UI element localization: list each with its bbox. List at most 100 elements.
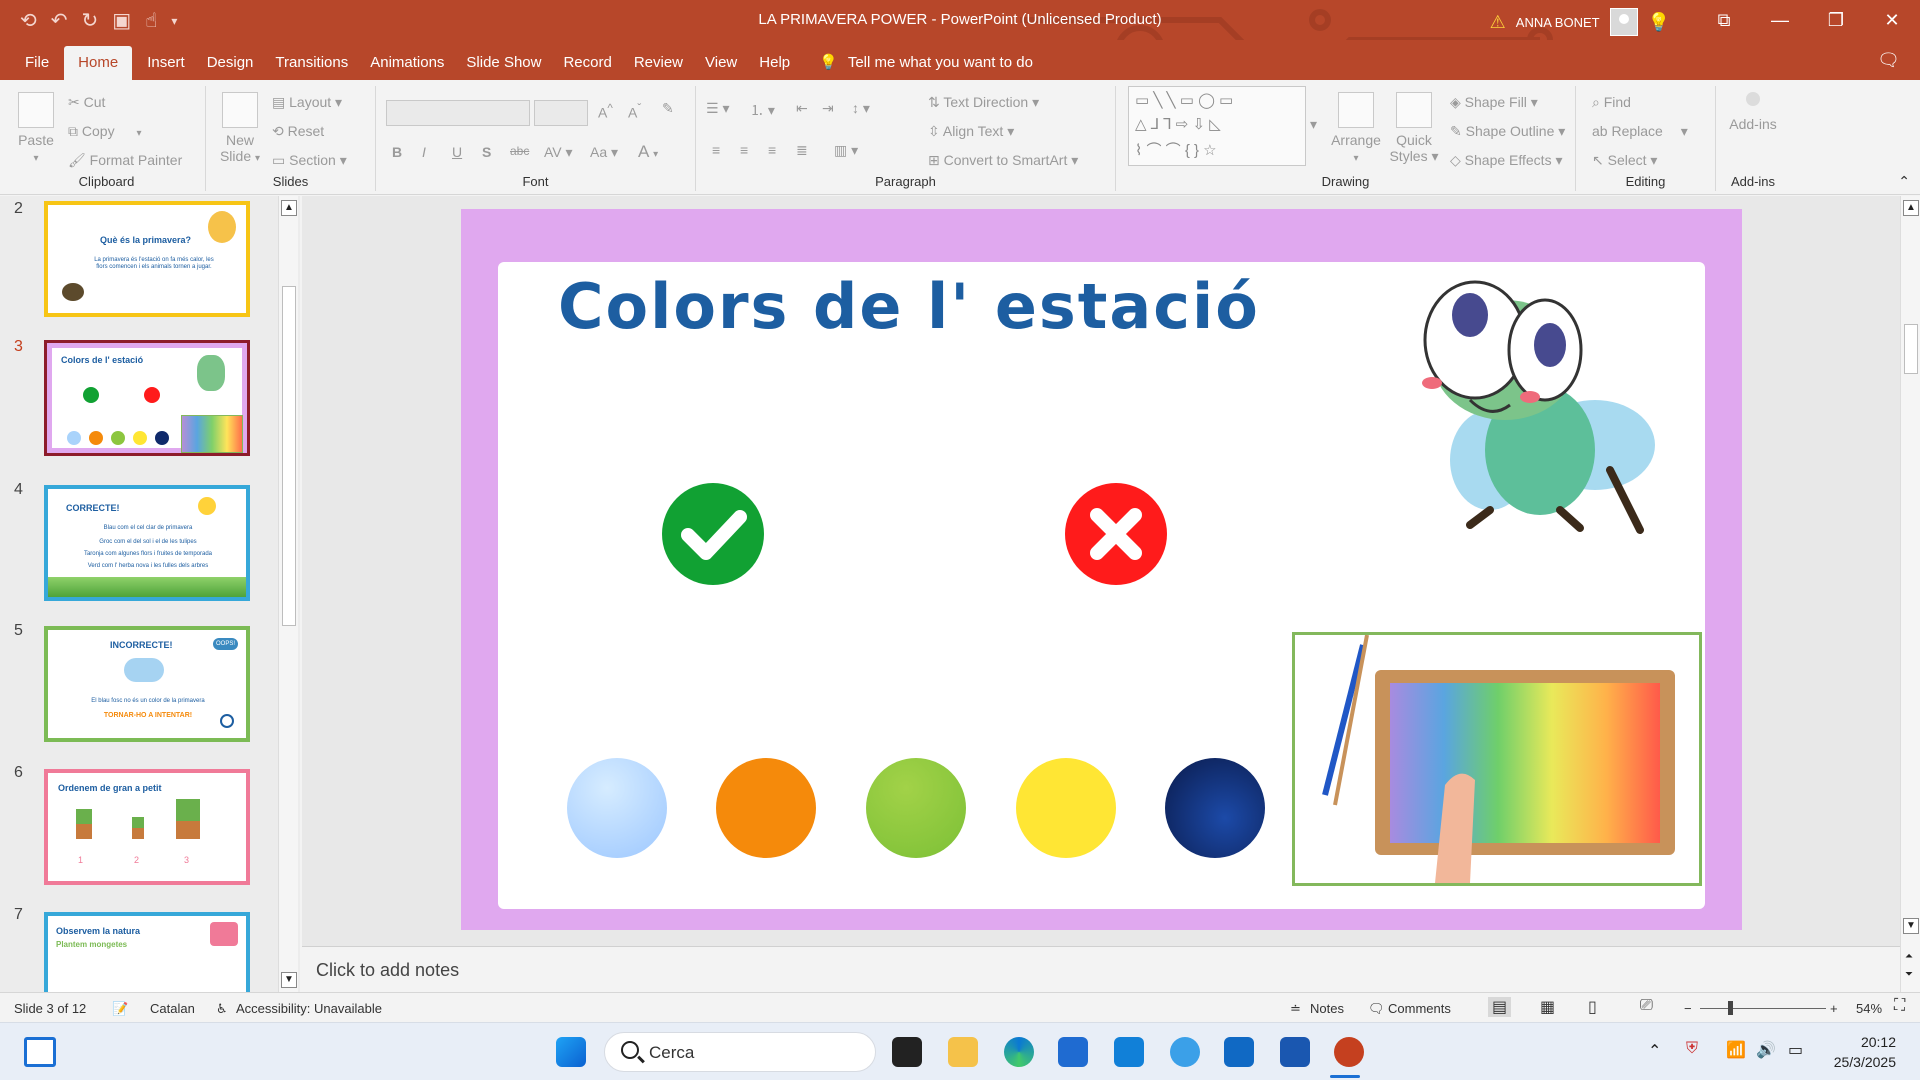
align-right-icon[interactable]: ≡	[768, 142, 776, 158]
tab-animations[interactable]: Animations	[359, 46, 455, 80]
fly-character-image[interactable]	[1410, 270, 1680, 540]
paste-button[interactable]: Paste ▾	[14, 92, 58, 164]
align-text-button[interactable]: ⇳ Align Text ▾	[928, 123, 1014, 140]
font-color-button[interactable]: A ▾	[638, 142, 658, 162]
dark-blue-color-dot[interactable]	[1165, 758, 1265, 858]
volume-icon[interactable]: 🔊	[1756, 1040, 1776, 1060]
slide-title[interactable]: Colors de l' estació	[558, 270, 1260, 343]
columns-icon[interactable]: ▥ ▾	[834, 142, 858, 159]
thumbnail-slide-3-selected[interactable]: Colors de l' estació	[44, 340, 250, 456]
thumbnail-scrollbar[interactable]: ▲ ▼	[278, 196, 298, 992]
thumbnail-slide-7[interactable]: Observem la natura Plantem mongetes	[44, 912, 250, 992]
green-color-dot[interactable]	[866, 758, 966, 858]
help-icon[interactable]	[1170, 1037, 1200, 1067]
convert-smartart-button[interactable]: ⊞ Convert to SmartArt ▾	[928, 152, 1078, 169]
font-size-combo[interactable]	[534, 100, 588, 126]
powerpoint-icon[interactable]	[1334, 1037, 1364, 1067]
myhp-icon[interactable]	[1114, 1037, 1144, 1067]
find-button[interactable]: ⌕ Find	[1592, 94, 1631, 111]
layout-button[interactable]: ▤ Layout ▾	[272, 94, 342, 111]
tab-record[interactable]: Record	[552, 46, 622, 80]
lightbulb-icon[interactable]: 💡	[1648, 12, 1670, 33]
zoom-slider-thumb[interactable]	[1728, 1001, 1733, 1015]
light-blue-color-dot[interactable]	[567, 758, 667, 858]
taskbar-search[interactable]: Cerca	[604, 1032, 876, 1072]
bullets-icon[interactable]: ☰ ▾	[706, 100, 729, 117]
numbering-icon[interactable]: ⒈ ▾	[750, 100, 775, 120]
scroll-down-icon[interactable]: ▼	[1903, 918, 1919, 934]
bold-button[interactable]: B	[392, 144, 402, 160]
restore-button[interactable]: ❐	[1808, 0, 1864, 40]
section-button[interactable]: ▭ Section ▾	[272, 152, 347, 169]
reading-view-icon[interactable]: ▯	[1588, 997, 1597, 1017]
shapes-gallery[interactable]: ▭ ╲ ╲ ▭ ◯ ▭ △ ⅃ ⅂ ⇨ ⇩ ◺ ⌇ ⌒ ⌒ { } ☆	[1128, 86, 1306, 166]
shrink-font-icon[interactable]: Aˇ	[628, 102, 641, 121]
slide-sorter-icon[interactable]: ▦	[1540, 997, 1555, 1017]
tell-me-box[interactable]: 💡 Tell me what you want to do	[801, 46, 1033, 80]
grow-font-icon[interactable]: A^	[598, 102, 613, 121]
rainbow-sand-tray-image[interactable]	[1292, 632, 1702, 886]
shape-fill-button[interactable]: ◈ Shape Fill ▾	[1450, 94, 1538, 111]
align-center-icon[interactable]: ≡	[740, 142, 748, 158]
slideshow-view-icon[interactable]: ⎚	[1640, 997, 1653, 1015]
wifi-icon[interactable]: 📶	[1726, 1040, 1746, 1060]
new-slide-button[interactable]: New Slide ▾	[216, 92, 264, 164]
widgets-icon[interactable]	[24, 1037, 56, 1067]
character-spacing-button[interactable]: AV ▾	[544, 144, 573, 161]
format-painter-button[interactable]: 🖌 Format Painter	[68, 152, 182, 169]
tab-design[interactable]: Design	[196, 46, 265, 80]
text-direction-button[interactable]: ⇅ Text Direction ▾	[928, 94, 1039, 111]
language-label[interactable]: Catalan	[150, 1001, 195, 1016]
reset-button[interactable]: ⟲ Reset	[272, 123, 324, 140]
shapes-more-icon[interactable]: ▾	[1310, 116, 1317, 133]
decrease-indent-icon[interactable]: ⇤	[796, 100, 808, 117]
yellow-color-dot[interactable]	[1016, 758, 1116, 858]
thumbnail-slide-6[interactable]: Ordenem de gran a petit 1 2 3	[44, 769, 250, 885]
font-name-combo[interactable]	[386, 100, 530, 126]
arrange-button[interactable]: Arrange ▾	[1328, 92, 1384, 164]
clock[interactable]: 20:12 25/3/2025	[1834, 1032, 1896, 1072]
scroll-up-icon[interactable]: ▲	[1903, 200, 1919, 216]
zoom-in-icon[interactable]: +	[1830, 1001, 1838, 1016]
file-explorer-icon[interactable]	[948, 1037, 978, 1067]
user-name[interactable]: ANNA BONET	[1516, 15, 1600, 30]
edge-icon[interactable]	[1004, 1037, 1034, 1067]
zoom-level[interactable]: 54%	[1856, 1001, 1882, 1016]
spelling-icon[interactable]: 📝	[112, 1001, 128, 1017]
thumbnail-slide-4[interactable]: CORRECTE! Blau com el cel clar de primav…	[44, 485, 250, 601]
zoom-out-icon[interactable]: −	[1684, 1001, 1692, 1016]
task-view-icon[interactable]	[892, 1037, 922, 1067]
scroll-thumb[interactable]	[282, 286, 296, 626]
battery-icon[interactable]: ▭	[1788, 1040, 1803, 1060]
select-button[interactable]: ↖ Select ▾	[1592, 152, 1657, 169]
warning-icon[interactable]: ⚠	[1490, 12, 1506, 33]
thumbnail-slide-2[interactable]: Què és la primavera? La primavera és l'e…	[44, 201, 250, 317]
clear-formatting-icon[interactable]: ✎	[662, 100, 674, 117]
slide-scrollbar[interactable]: ▲ ▼ ⏶ ⏷	[1900, 196, 1920, 992]
correct-check-icon[interactable]	[662, 483, 764, 585]
outlook-icon[interactable]	[1224, 1037, 1254, 1067]
normal-view-icon[interactable]: ▤	[1488, 997, 1512, 1017]
copy-button[interactable]: ⧉ Copy ▾	[68, 123, 142, 140]
tab-review[interactable]: Review	[623, 46, 694, 80]
line-spacing-icon[interactable]: ↕ ▾	[852, 100, 870, 117]
tab-slide-show[interactable]: Slide Show	[455, 46, 552, 80]
increase-indent-icon[interactable]: ⇥	[822, 100, 834, 117]
quick-styles-button[interactable]: Quick Styles ▾	[1388, 92, 1440, 165]
security-icon[interactable]: ⛨	[1686, 1040, 1698, 1058]
replace-button[interactable]: ab Replace ▾	[1592, 123, 1688, 140]
windows-start-icon[interactable]	[556, 1037, 586, 1067]
zoom-slider[interactable]	[1700, 1008, 1826, 1009]
tab-transitions[interactable]: Transitions	[264, 46, 359, 80]
tab-home[interactable]: Home	[64, 46, 133, 80]
scroll-down-icon[interactable]: ▼	[281, 972, 297, 988]
orange-color-dot[interactable]	[716, 758, 816, 858]
ribbon-display-icon[interactable]: ⧉	[1696, 0, 1752, 40]
shape-effects-button[interactable]: ◇ Shape Effects ▾	[1450, 152, 1563, 169]
shape-outline-button[interactable]: ✎ Shape Outline ▾	[1450, 123, 1565, 140]
minimize-button[interactable]: —	[1752, 0, 1808, 40]
chevron-up-icon[interactable]: ⌃	[1648, 1041, 1661, 1061]
underline-button[interactable]: U	[452, 144, 462, 160]
tab-help[interactable]: Help	[748, 46, 801, 80]
collapse-ribbon-icon[interactable]: ⌃	[1898, 173, 1910, 190]
